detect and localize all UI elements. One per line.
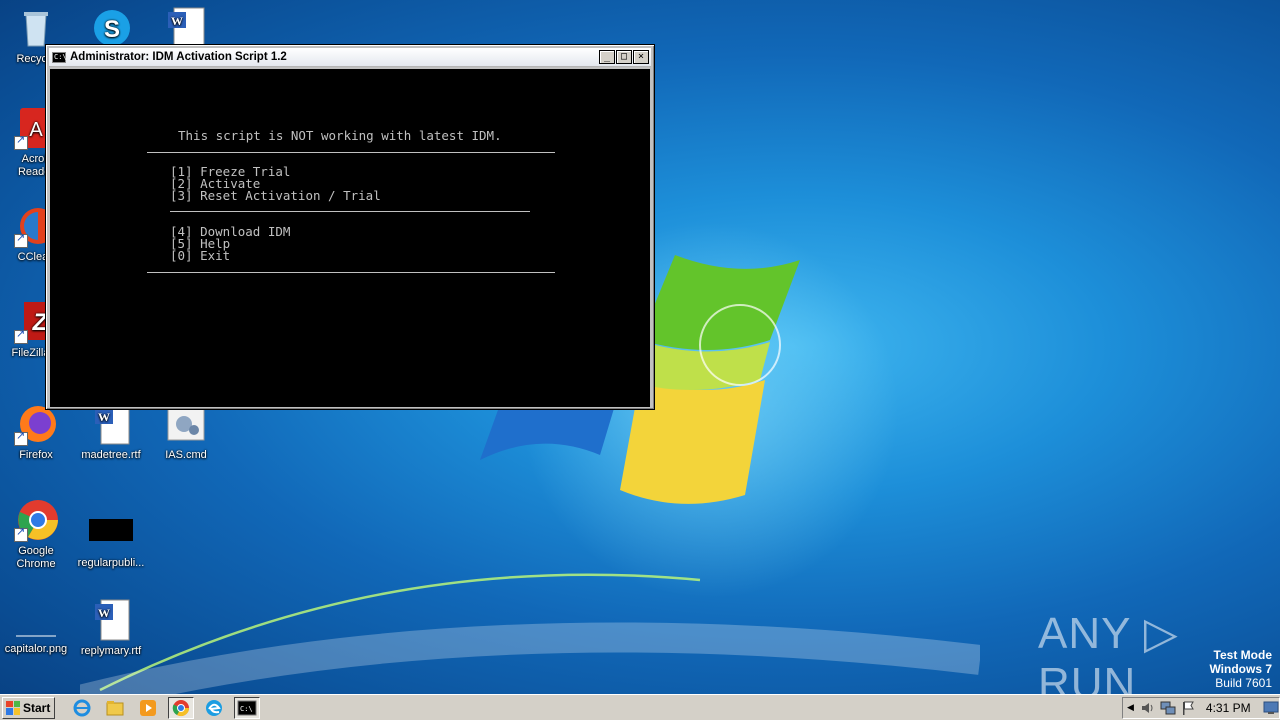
file-explorer-icon[interactable]: [102, 697, 128, 719]
desktop-icon-madetree[interactable]: W madetree.rtf: [75, 402, 147, 462]
svg-text:S: S: [104, 16, 120, 43]
network-icon[interactable]: [1160, 700, 1176, 716]
svg-text:W: W: [98, 410, 110, 424]
desktop-icon-regularpubli[interactable]: regularpubli...: [75, 510, 147, 570]
watermark-line1: Test Mode: [1213, 648, 1272, 662]
shortcut-arrow-icon: [14, 134, 28, 150]
desktop-icon-label: replymary.rtf: [80, 645, 142, 657]
taskbar: Start C:\ ◀ 4:31 PM: [0, 694, 1280, 720]
svg-text:A: A: [29, 119, 43, 141]
black-thumbnail-icon: [89, 510, 133, 554]
desktop-icon-label: capitalor.png: [4, 643, 68, 655]
cmd-icon[interactable]: C:\: [234, 696, 260, 719]
speaker-icon[interactable]: [1140, 700, 1156, 716]
svg-text:W: W: [98, 606, 110, 620]
media-player-icon[interactable]: [135, 697, 161, 719]
action-center-flag-icon[interactable]: [1180, 700, 1196, 716]
desktop-icon-firefox[interactable]: Firefox: [0, 402, 72, 462]
test-mode-watermark: Test Mode Windows 7 Build 7601: [1209, 648, 1272, 690]
edge-icon[interactable]: [201, 697, 227, 719]
image-file-icon: [14, 604, 58, 640]
internet-explorer-icon[interactable]: [69, 697, 95, 719]
shortcut-arrow-icon: [14, 526, 28, 542]
console-rule-middle: [170, 211, 530, 212]
watermark-line3: Build 7601: [1215, 676, 1272, 690]
chrome-icon: [14, 498, 58, 542]
watermark-line2: Windows 7: [1209, 662, 1272, 676]
window-titlebar[interactable]: C:\ Administrator: IDM Activation Script…: [49, 48, 651, 67]
shortcut-arrow-icon: [14, 430, 28, 446]
desktop-icon-label: Google Chrome: [16, 545, 56, 570]
svg-text:C:\: C:\: [240, 705, 253, 713]
desktop-icon-capitalor[interactable]: capitalor.png: [0, 604, 72, 656]
menu-item-exit: [0] Exit: [170, 248, 231, 263]
desktop-icon-label: regularpubli...: [77, 557, 145, 569]
desktop-icon-ias-cmd[interactable]: IAS.cmd: [150, 402, 222, 462]
console-rule-bottom: [147, 272, 555, 273]
console-output[interactable]: This script is NOT working with latest I…: [50, 69, 650, 407]
wallpaper-swoosh: [80, 573, 980, 700]
windows-logo-icon: [6, 700, 20, 715]
show-desktop-icon[interactable]: [1263, 701, 1279, 715]
maximize-button[interactable]: □: [616, 50, 632, 64]
desktop-icon-replymary[interactable]: W replymary.rtf: [75, 598, 147, 658]
shortcut-arrow-icon: [14, 328, 28, 344]
console-rule-top: [147, 152, 555, 153]
minimize-button[interactable]: _: [599, 50, 615, 64]
menu-item-reset: [3] Reset Activation / Trial: [170, 188, 381, 203]
cmd-app-icon: C:\: [52, 51, 67, 63]
svg-text:W: W: [171, 14, 183, 28]
taskbar-clock[interactable]: 4:31 PM: [1206, 701, 1251, 715]
desktop-icon-label: Firefox: [19, 449, 53, 461]
window-title: Administrator: IDM Activation Script 1.2: [70, 51, 287, 63]
desktop-icon-label: IAS.cmd: [165, 449, 207, 461]
word-document-icon: W: [89, 598, 133, 642]
chrome-taskbar-icon[interactable]: [168, 696, 194, 719]
tray-chevron-icon[interactable]: ◀: [1127, 703, 1134, 713]
start-label: Start: [23, 700, 51, 715]
shortcut-arrow-icon: [14, 232, 28, 248]
console-header: This script is NOT working with latest I…: [178, 128, 502, 143]
close-button[interactable]: ×: [633, 50, 649, 64]
desktop-icon-label: madetree.rtf: [81, 449, 141, 461]
system-tray: ◀ 4:31 PM: [1122, 697, 1280, 719]
console-window[interactable]: C:\ Administrator: IDM Activation Script…: [45, 44, 655, 410]
start-button[interactable]: Start: [2, 696, 55, 719]
desktop-icon-chrome[interactable]: Google Chrome: [0, 498, 72, 571]
